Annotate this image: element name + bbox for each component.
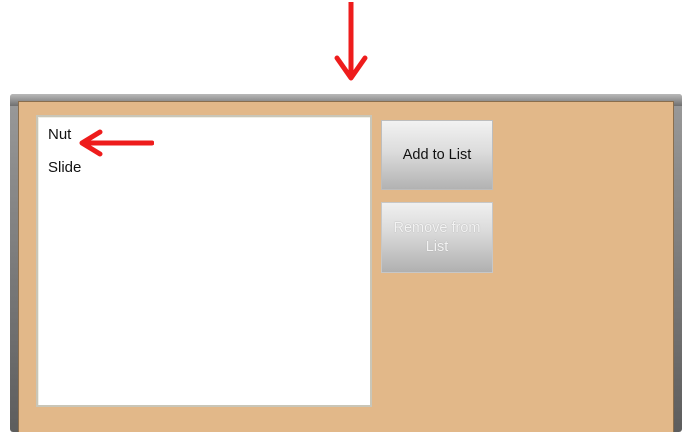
annotation-arrow-down-icon (334, 2, 368, 81)
remove-from-list-button[interactable]: Remove from List (381, 202, 493, 273)
add-to-list-label: Add to List (402, 146, 472, 163)
annotation-arrow-left-icon (79, 129, 154, 157)
remove-from-list-label: Remove from List (393, 219, 481, 255)
add-to-list-button[interactable]: Add to List (381, 120, 493, 190)
list-item[interactable]: Nut (48, 126, 71, 144)
item-listbox[interactable]: Nut Slide (36, 115, 372, 407)
list-item[interactable]: Slide (48, 159, 81, 177)
